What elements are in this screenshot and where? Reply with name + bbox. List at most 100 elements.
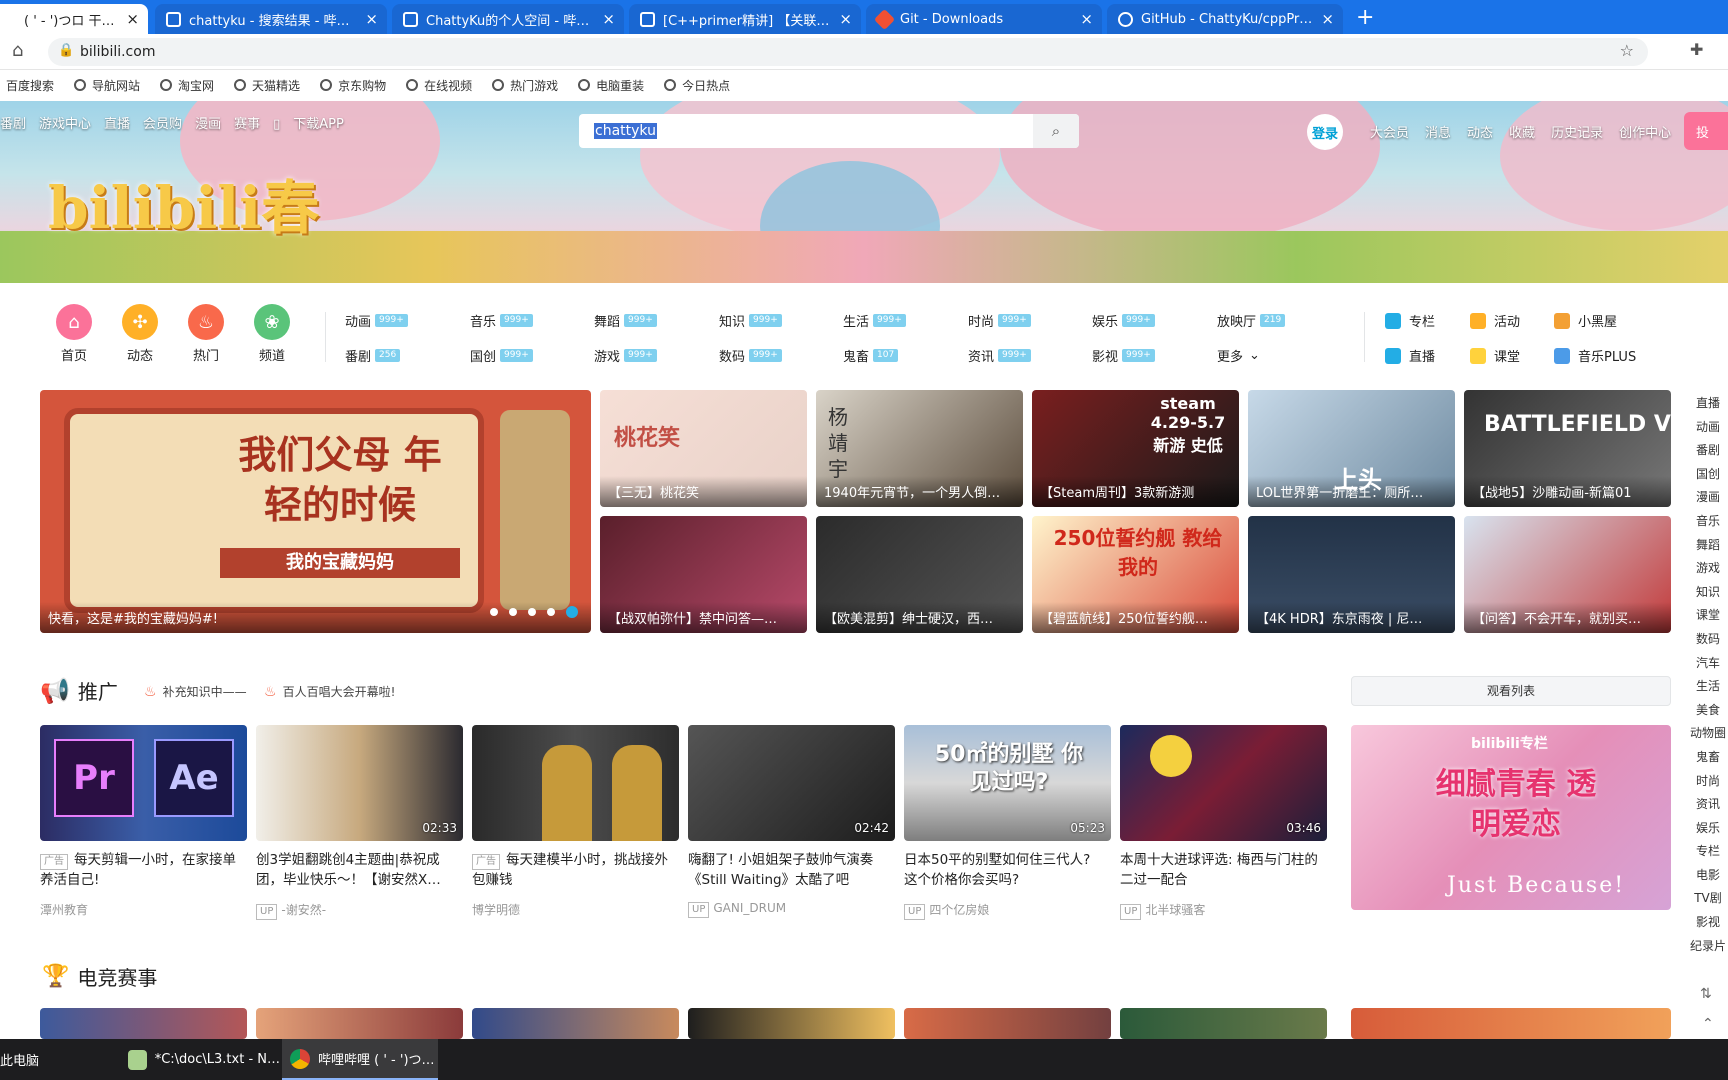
- channel-link[interactable]: 生活 999+: [843, 311, 906, 330]
- bookmark-item[interactable]: 京东购物: [320, 77, 386, 94]
- video-thumbnail[interactable]: 02:42: [688, 725, 895, 841]
- channel-link[interactable]: 放映厅 219: [1217, 311, 1286, 330]
- video-thumbnail[interactable]: [472, 725, 679, 841]
- hot-topic-link[interactable]: ♨ 补充知识中——: [144, 683, 247, 700]
- recommend-card[interactable]: 【欧美混剪】绅士硬汉，西…: [816, 516, 1023, 633]
- bookmark-item[interactable]: 淘宝网: [160, 77, 214, 94]
- channel-link[interactable]: 资讯 999+: [968, 346, 1031, 365]
- video-title[interactable]: 本周十大进球评选: 梅西与门柱的二过一配合: [1120, 850, 1320, 890]
- bookmark-item[interactable]: 在线视频: [406, 77, 472, 94]
- rail-item[interactable]: 音乐: [1688, 510, 1728, 534]
- video-uploader[interactable]: 博学明德: [472, 901, 520, 918]
- carousel-dot[interactable]: [528, 608, 536, 616]
- video-uploader[interactable]: UP -谢安然-: [256, 901, 326, 920]
- channel-link[interactable]: 国创 999+: [470, 346, 533, 365]
- nav-link[interactable]: 历史记录: [1551, 122, 1603, 141]
- channel-link[interactable]: 时尚 999+: [968, 311, 1031, 330]
- video-title[interactable]: 日本50平的别墅如何住三代人? 这个价格你会买吗?: [904, 850, 1104, 890]
- channel-link[interactable]: 音乐 999+: [470, 311, 533, 330]
- video-thumbnail[interactable]: Pr Ae: [40, 725, 247, 841]
- carousel-dot-active[interactable]: [566, 606, 578, 618]
- taskbar-item-this-pc[interactable]: 此电脑: [0, 1039, 110, 1080]
- fire-icon[interactable]: ♨: [188, 304, 224, 340]
- carousel-dots[interactable]: [490, 606, 578, 618]
- recommend-card[interactable]: 【战双帕弥什】禁中问答—…: [600, 516, 807, 633]
- close-icon[interactable]: ×: [126, 10, 139, 28]
- channel-link[interactable]: 数码 999+: [719, 346, 782, 365]
- extra-channel-link[interactable]: 课堂: [1470, 346, 1520, 365]
- extra-channel-link[interactable]: 小黑屋: [1554, 311, 1617, 330]
- video-thumbnail[interactable]: 03:46: [1120, 725, 1327, 841]
- channel-link[interactable]: 影视 999+: [1092, 346, 1155, 365]
- primary-channel-label[interactable]: 动态: [110, 345, 170, 364]
- carousel-dot[interactable]: [509, 608, 517, 616]
- recommend-card[interactable]: 【问答】不会开车，就别买…: [1464, 516, 1671, 633]
- rail-item[interactable]: 娱乐: [1688, 817, 1728, 841]
- esports-thumbnail[interactable]: [1351, 1008, 1671, 1039]
- recommend-card[interactable]: 250位誓约舰 教给我的 【碧蓝航线】250位誓约舰…: [1032, 516, 1239, 633]
- video-thumbnail[interactable]: 50㎡的别墅 你见过吗? 05:23: [904, 725, 1111, 841]
- rail-item[interactable]: 课堂: [1688, 604, 1728, 628]
- dynamic-icon[interactable]: ✣: [122, 304, 158, 340]
- nav-link[interactable]: 游戏中心: [39, 113, 91, 132]
- close-icon[interactable]: ×: [839, 10, 852, 28]
- esports-thumbnail[interactable]: [472, 1008, 679, 1039]
- video-title[interactable]: 创3学姐翻跳创4主题曲|恭祝成团，毕业快乐～！【谢安然X…: [256, 850, 456, 890]
- carousel-dot[interactable]: [490, 608, 498, 616]
- nav-link[interactable]: 动态: [1467, 122, 1493, 141]
- bookmark-item[interactable]: 今日热点: [664, 77, 730, 94]
- video-title[interactable]: 广告 每天建模半小时，挑战接外包赚钱: [472, 850, 672, 890]
- extensions-icon[interactable]: ✚: [1690, 40, 1703, 59]
- recommend-card[interactable]: 【4K HDR】东京雨夜 | 尼…: [1248, 516, 1455, 633]
- search-button[interactable]: ⌕: [1033, 114, 1079, 148]
- rail-item[interactable]: 动画: [1688, 416, 1728, 440]
- extra-channel-link[interactable]: 直播: [1385, 346, 1435, 365]
- video-uploader[interactable]: 潭州教育: [40, 901, 88, 918]
- login-button[interactable]: 登录: [1307, 114, 1343, 150]
- channel-link[interactable]: 番剧 256: [345, 346, 401, 365]
- rail-item[interactable]: 汽车: [1688, 652, 1728, 676]
- close-icon[interactable]: ×: [365, 10, 378, 28]
- recommend-card[interactable]: BATTLEFIELD V 【战地5】沙雕动画-新篇01: [1464, 390, 1671, 507]
- channel-link[interactable]: 游戏 999+: [594, 346, 657, 365]
- address-bar[interactable]: 🔒 bilibili.com ☆: [48, 38, 1648, 66]
- rail-item[interactable]: 时尚: [1688, 770, 1728, 794]
- rail-item[interactable]: 资讯: [1688, 793, 1728, 817]
- recommend-card[interactable]: 杨靖宇 1940年元宵节，一个男人倒…: [816, 390, 1023, 507]
- lock-icon[interactable]: 🔒: [58, 43, 74, 58]
- bookmark-item[interactable]: 天猫精选: [234, 77, 300, 94]
- nav-link[interactable]: 创作中心: [1619, 122, 1671, 141]
- carousel-main[interactable]: 我们父母 年轻的时候 我的宝藏妈妈 快看，这是#我的宝藏妈妈#!: [40, 390, 591, 633]
- more-channels-button[interactable]: 更多 ⌄: [1217, 346, 1260, 365]
- esports-thumbnail[interactable]: [688, 1008, 895, 1039]
- video-title[interactable]: 嗨翻了! 小姐姐架子鼓帅气演奏《Still Waiting》太酷了吧: [688, 850, 888, 890]
- post-button[interactable]: 投: [1684, 112, 1728, 150]
- hot-topic-link[interactable]: ♨ 百人百唱大会开幕啦!: [264, 683, 395, 700]
- rail-item[interactable]: 纪录片: [1688, 935, 1728, 959]
- carousel-dot[interactable]: [547, 608, 555, 616]
- video-title[interactable]: 广告 每天剪辑一小时，在家接单养活自己!: [40, 850, 240, 890]
- tab-github[interactable]: GitHub - ChattyKu/cppPrimer ×: [1107, 4, 1343, 34]
- rail-item[interactable]: 电影: [1688, 864, 1728, 888]
- bilibili-logo[interactable]: bilibili春: [48, 161, 319, 245]
- back-to-top-icon[interactable]: ⌃: [1702, 1016, 1714, 1032]
- nav-link[interactable]: 会员购: [143, 113, 182, 132]
- channel-link[interactable]: 动画 999+: [345, 311, 408, 330]
- bookmark-item[interactable]: 百度搜索: [6, 77, 54, 94]
- channel-link[interactable]: 鬼畜 107: [843, 346, 899, 365]
- rail-item[interactable]: 国创: [1688, 463, 1728, 487]
- extra-channel-link[interactable]: 活动: [1470, 311, 1520, 330]
- taskbar-item-chrome[interactable]: 哔哩哔哩 ( ' - ')つ…: [282, 1039, 438, 1080]
- bookmark-item[interactable]: 导航网站: [74, 77, 140, 94]
- download-app-link[interactable]: ▯ 下载APP: [273, 113, 357, 132]
- rail-item[interactable]: 舞蹈: [1688, 534, 1728, 558]
- esports-thumbnail[interactable]: [1120, 1008, 1327, 1039]
- rail-item[interactable]: 美食: [1688, 699, 1728, 723]
- bookmark-item[interactable]: 电脑重装: [578, 77, 644, 94]
- channel-icon[interactable]: ❀: [254, 304, 290, 340]
- nav-link[interactable]: 大会员: [1370, 122, 1409, 141]
- primary-channel-label[interactable]: 热门: [176, 345, 236, 364]
- rail-item[interactable]: 知识: [1688, 581, 1728, 605]
- close-icon[interactable]: ×: [1080, 10, 1093, 28]
- rail-item[interactable]: 动物圈: [1688, 722, 1728, 746]
